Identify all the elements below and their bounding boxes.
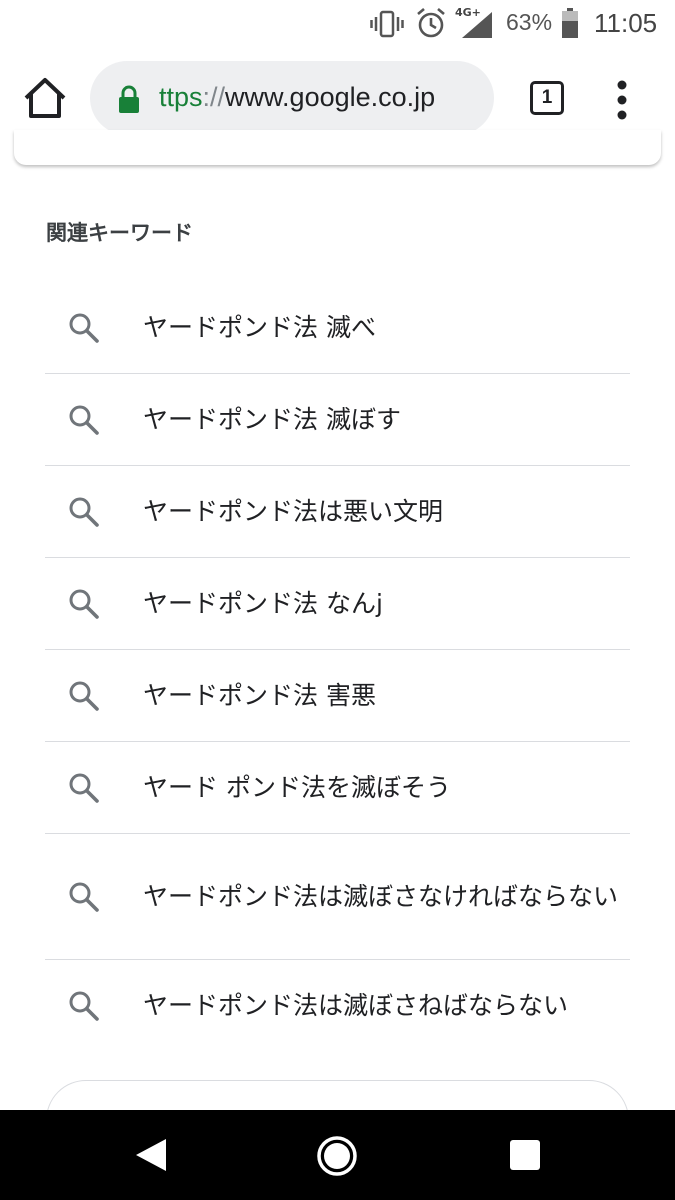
related-keyword-label: ヤード ポンド法を滅ぼそう xyxy=(143,772,451,802)
url-bar[interactable]: ttps://www.google.co.jp xyxy=(90,61,494,135)
clock: 11:05 xyxy=(594,8,658,38)
related-keyword-item[interactable]: ヤード ポンド法を滅ぼそう xyxy=(45,742,630,834)
url-text[interactable]: ttps://www.google.co.jp xyxy=(159,82,435,113)
related-keyword-item[interactable]: ヤードポンド法 害悪 xyxy=(45,650,630,742)
vibrate-icon xyxy=(370,10,404,38)
search-icon xyxy=(69,589,99,619)
related-keyword-label: ヤードポンド法 害悪 xyxy=(143,680,376,710)
home-circle-icon[interactable] xyxy=(316,1135,358,1177)
related-keyword-label: ヤードポンド法は滅ぼさなければならない xyxy=(143,881,619,911)
related-keywords-title: 関連キーワード xyxy=(46,221,193,245)
tab-switcher-button[interactable]: 1 xyxy=(530,81,564,115)
url-host: www.google.co.jp xyxy=(225,82,436,112)
related-keyword-label: ヤードポンド法は滅ぼさねばならない xyxy=(143,991,569,1020)
related-keyword-label: ヤードポンド法 滅べ xyxy=(143,312,376,342)
search-icon xyxy=(69,773,99,803)
related-keyword-item[interactable]: ヤードポンド法は滅ぼさなければならない xyxy=(45,834,630,960)
related-keyword-item[interactable]: ヤードポンド法 滅ぼす xyxy=(45,374,630,466)
result-card-edge xyxy=(14,130,661,165)
battery-icon xyxy=(562,8,578,38)
related-keyword-label: ヤードポンド法 なんj xyxy=(143,588,383,618)
related-keyword-label: ヤードポンド法 滅ぼす xyxy=(143,404,401,434)
status-bar: 4G+ 63% 11:05 xyxy=(0,0,675,48)
related-keyword-item[interactable]: ヤードポンド法 なんj xyxy=(45,558,630,650)
back-icon[interactable] xyxy=(134,1137,168,1173)
search-icon xyxy=(69,313,99,343)
more-vert-icon[interactable] xyxy=(604,78,640,122)
system-nav-bar xyxy=(0,1110,675,1200)
signal-icon xyxy=(462,12,492,38)
search-icon xyxy=(69,681,99,711)
search-icon xyxy=(69,991,99,1021)
lock-icon xyxy=(119,85,139,113)
alarm-icon xyxy=(417,8,445,38)
url-scheme: ttps xyxy=(159,82,203,112)
related-keyword-item[interactable]: ヤードポンド法 滅べ xyxy=(45,282,630,374)
related-keyword-item[interactable]: ヤードポンド法は滅ぼさねばならない xyxy=(45,960,630,1052)
related-keyword-label: ヤードポンド法は悪い文明 xyxy=(143,496,444,526)
recents-icon[interactable] xyxy=(510,1140,540,1170)
battery-percentage: 63% xyxy=(506,9,553,35)
related-keyword-item[interactable]: ヤードポンド法は悪い文明 xyxy=(45,466,630,558)
related-keywords-list: ヤードポンド法 滅べ ヤードポンド法 滅ぼす ヤードポンド法は悪い文明 ヤードポ… xyxy=(45,282,630,1052)
search-icon xyxy=(69,497,99,527)
url-separator: :// xyxy=(202,82,226,112)
search-icon xyxy=(69,882,99,912)
search-icon xyxy=(69,405,99,435)
home-icon[interactable] xyxy=(22,76,68,120)
